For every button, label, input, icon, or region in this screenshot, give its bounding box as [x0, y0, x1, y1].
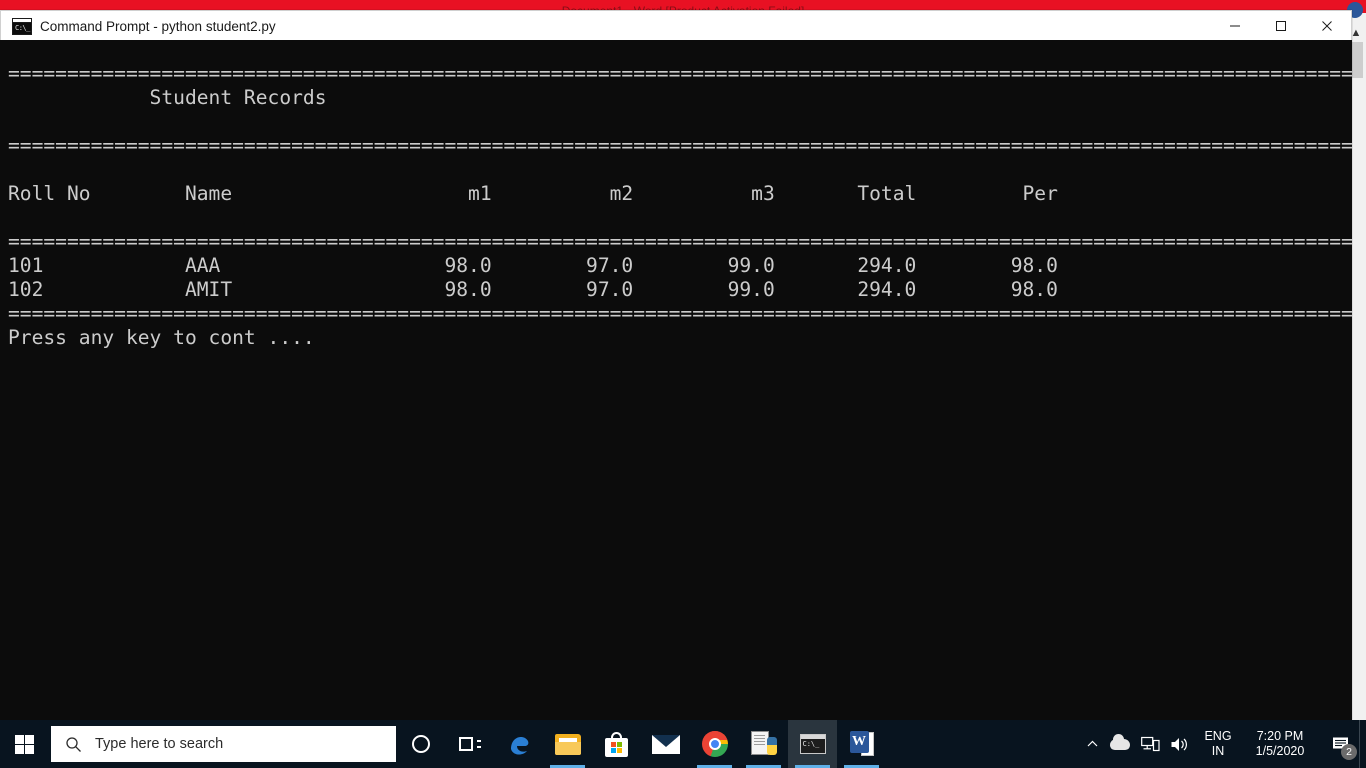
close-button[interactable]	[1304, 11, 1350, 40]
table-row: 102 AMIT 98.0 97.0 99.0 294.0 98.0	[8, 277, 1058, 301]
volume-icon	[1171, 737, 1187, 751]
cloud-icon	[1110, 733, 1130, 750]
command-prompt-icon: C:\_	[12, 18, 32, 35]
maximize-button[interactable]	[1258, 11, 1304, 40]
taskbar-item-command-prompt[interactable]: C:\_	[788, 720, 837, 768]
maximize-icon	[1276, 20, 1286, 31]
records-heading: Student Records	[8, 85, 327, 109]
taskbar-item-file-explorer[interactable]	[543, 720, 592, 768]
language-line-2: IN	[1211, 744, 1225, 758]
word-icon: W	[849, 731, 874, 757]
circle-icon	[411, 735, 430, 753]
separator-bottom: ========================================…	[8, 301, 1352, 325]
store-icon	[605, 731, 628, 757]
clock-date: 1/5/2020	[1255, 744, 1305, 758]
language-indicator[interactable]: ENG IN	[1195, 720, 1241, 768]
network-icon	[1140, 736, 1160, 751]
show-desktop-button[interactable]	[1359, 720, 1366, 768]
taskbar-item-cortana[interactable]	[396, 720, 445, 768]
minimize-icon	[1230, 25, 1240, 26]
taskbar-item-microsoft-store[interactable]	[592, 720, 641, 768]
window-title: Command Prompt - python student2.py	[40, 19, 276, 34]
clock-time: 7:20 PM	[1256, 729, 1304, 743]
onedrive-button[interactable]	[1105, 720, 1135, 768]
start-button[interactable]	[0, 720, 48, 768]
clock[interactable]: 7:20 PM 1/5/2020	[1241, 720, 1323, 768]
folder-icon	[554, 733, 581, 755]
search-icon	[66, 736, 81, 752]
minimize-button[interactable]	[1212, 11, 1258, 40]
taskbar-item-python[interactable]	[739, 720, 788, 768]
command-prompt-window[interactable]: C:\_ Command Prompt - python student2.py	[0, 10, 1352, 720]
table-header-row: Roll No Name m1 m2 m3 Total Per	[8, 181, 1058, 205]
chrome-icon	[701, 731, 728, 757]
command-prompt-titlebar[interactable]: C:\_ Command Prompt - python student2.py	[0, 10, 1352, 40]
taskbar-item-task-view[interactable]	[445, 720, 494, 768]
command-prompt-icon: C:\_	[799, 734, 826, 754]
taskbar: Type here to search C:\_ W ENG IN 7:20 P…	[0, 720, 1366, 768]
taskbar-item-word[interactable]: W	[837, 720, 886, 768]
notification-center-button[interactable]: 2	[1323, 720, 1359, 768]
table-row: 101 AAA 98.0 97.0 99.0 294.0 98.0	[8, 253, 1058, 277]
separator-header: ========================================…	[8, 229, 1352, 253]
system-tray: ENG IN 7:20 PM 1/5/2020 2	[1079, 720, 1366, 768]
continue-prompt: Press any key to cont ....	[8, 325, 315, 349]
taskbar-item-mail[interactable]	[641, 720, 690, 768]
show-hidden-icons-button[interactable]	[1079, 720, 1105, 768]
taskbar-items: C:\_ W	[396, 720, 886, 768]
close-icon	[1322, 20, 1332, 31]
separator-heading: ========================================…	[8, 133, 1352, 157]
screen: Document1 - Word [Product Activation Fai…	[0, 0, 1366, 768]
taskbar-item-chrome[interactable]	[690, 720, 739, 768]
python-file-icon	[750, 731, 777, 757]
task-view-icon	[458, 735, 481, 753]
mail-icon	[651, 734, 680, 754]
notification-badge: 2	[1341, 744, 1357, 760]
console-output-area[interactable]: ========================================…	[0, 40, 1352, 720]
console-text: ========================================…	[8, 62, 1352, 350]
network-button[interactable]	[1135, 720, 1165, 768]
search-placeholder: Type here to search	[95, 736, 224, 752]
language-line-1: ENG	[1204, 729, 1232, 743]
separator-top: ========================================…	[8, 61, 1352, 85]
chevron-up-icon	[1087, 740, 1097, 746]
taskbar-item-edge[interactable]	[494, 720, 543, 768]
windows-logo-icon	[14, 734, 34, 754]
volume-button[interactable]	[1165, 720, 1195, 768]
edge-icon	[511, 736, 529, 755]
search-input[interactable]: Type here to search	[51, 726, 396, 762]
